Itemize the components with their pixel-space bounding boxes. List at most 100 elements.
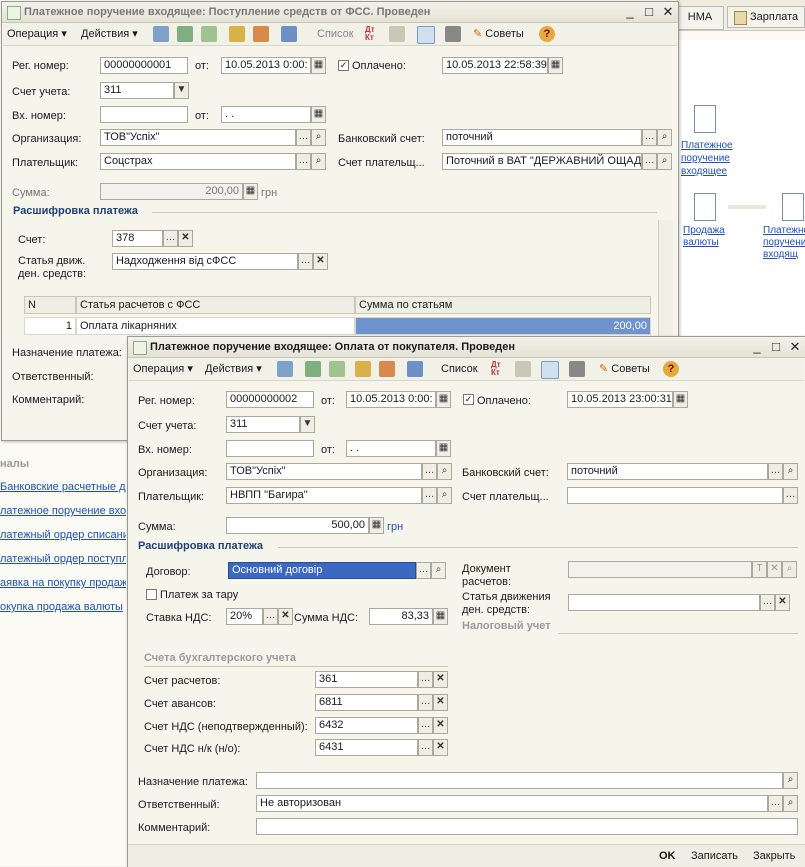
clear-icon[interactable]: ✕ <box>433 717 448 734</box>
calendar-icon[interactable]: ▦ <box>548 57 563 74</box>
tab-hma[interactable]: НМА <box>676 6 724 30</box>
calendar-icon[interactable]: ▦ <box>673 391 688 408</box>
doc-field[interactable] <box>568 561 752 578</box>
bank-account-field[interactable]: поточний <box>567 463 768 480</box>
calendar-icon[interactable]: ▦ <box>311 106 326 123</box>
account-select[interactable]: 311 <box>100 82 174 99</box>
calendar-icon[interactable]: ▦ <box>436 440 451 457</box>
vat-sum-field[interactable]: 83,33 <box>369 608 433 625</box>
clear-icon[interactable]: ✕ <box>278 608 293 625</box>
select-button[interactable]: … <box>298 253 313 270</box>
select-button[interactable]: … <box>422 487 437 504</box>
grid-header-n[interactable]: N <box>24 296 76 314</box>
responsible-field[interactable]: Не авторизован <box>256 795 768 812</box>
document-icon[interactable] <box>694 193 716 221</box>
incoming-number-field[interactable] <box>226 440 314 457</box>
select-button[interactable]: … <box>418 671 433 688</box>
close-button[interactable]: ✕ <box>787 339 803 355</box>
structure-icon[interactable] <box>417 26 435 44</box>
journal-link[interactable]: аявка на покупку продаж <box>0 577 126 589</box>
chevron-down-icon[interactable]: ▼ <box>300 416 315 433</box>
sum-field[interactable]: 500,00 <box>226 517 369 534</box>
grid-header-item[interactable]: Статья расчетов с ФСС <box>76 296 355 314</box>
report-icon[interactable] <box>389 26 405 42</box>
clear-icon[interactable]: ✕ <box>178 230 193 247</box>
actions-menu[interactable]: Действия ▾ <box>81 26 138 42</box>
icon-label-incoming-order-2[interactable]: Платежное поручение входящ <box>763 225 805 263</box>
icon-label-currency-sale[interactable]: Продажа валюты <box>683 225 733 249</box>
clear-icon[interactable]: ✕ <box>433 671 448 688</box>
payer-field[interactable]: Соцстрах <box>100 153 296 170</box>
paid-checkbox[interactable]: ✓ <box>463 394 474 405</box>
icon-label-incoming-order[interactable]: Платежное поручение входящее <box>681 139 741 178</box>
incoming-date-field[interactable]: . . <box>221 106 311 123</box>
grid-cell-sum[interactable]: 200,00 <box>355 317 651 335</box>
payer-account-field[interactable] <box>567 487 783 504</box>
calendar-icon[interactable]: ▦ <box>436 391 451 408</box>
grid-header-sum[interactable]: Сумма по статьям <box>355 296 651 314</box>
advice-button[interactable]: ✎ Советы <box>599 361 650 377</box>
help-icon[interactable]: ? <box>663 361 679 377</box>
calculator-icon[interactable]: ▦ <box>243 183 258 200</box>
save-button[interactable]: Записать <box>691 850 738 863</box>
search-icon[interactable]: ⌕ <box>437 487 452 504</box>
refresh-icon[interactable] <box>305 361 321 377</box>
search-icon[interactable]: ⌕ <box>431 562 446 579</box>
search-icon[interactable]: ⌕ <box>311 153 326 170</box>
dt-kt-icon[interactable]: Дт Кт <box>491 361 507 377</box>
operation-menu[interactable]: Операция ▾ <box>7 26 67 42</box>
account-select[interactable]: 311 <box>226 416 300 433</box>
select-button[interactable]: … <box>163 230 178 247</box>
select-button[interactable]: … <box>768 795 783 812</box>
calculator-icon[interactable]: ▦ <box>433 608 448 625</box>
grid-cell-item[interactable]: Оплата лікарняних <box>76 317 355 335</box>
search-icon[interactable]: ⌕ <box>783 772 798 789</box>
grid-icon[interactable] <box>445 26 461 42</box>
cash-item-field[interactable] <box>568 594 760 611</box>
clear-icon[interactable]: ✕ <box>767 561 782 578</box>
sum-field[interactable]: 200,00 <box>100 183 243 200</box>
settle-account-field[interactable]: 361 <box>315 671 418 688</box>
search-icon[interactable]: ⌕ <box>783 795 798 812</box>
ok-button[interactable]: OK <box>659 850 676 863</box>
actions-menu[interactable]: Действия ▾ <box>205 361 262 377</box>
journal-link[interactable]: латежный ордер поступл <box>0 553 126 565</box>
select-button[interactable]: … <box>783 487 798 504</box>
maximize-button[interactable]: □ <box>641 4 657 20</box>
structure-icon[interactable] <box>541 361 559 379</box>
comment-field[interactable] <box>256 818 798 835</box>
copy-icon[interactable] <box>201 26 217 42</box>
close-button[interactable]: ✕ <box>660 4 676 20</box>
paid-checkbox[interactable]: ✓ <box>338 60 349 71</box>
select-button[interactable]: … <box>418 717 433 734</box>
tare-checkbox[interactable] <box>146 589 157 600</box>
select-button[interactable]: … <box>418 694 433 711</box>
payer-field[interactable]: НВПП "Багира" <box>226 487 422 504</box>
post-icon[interactable] <box>229 26 245 42</box>
vertical-scrollbar[interactable] <box>658 220 673 336</box>
search-icon[interactable]: ⌕ <box>782 561 797 578</box>
vat-nk-field[interactable]: 6431 <box>315 739 418 756</box>
organization-field[interactable]: ТОВ"Успіх" <box>100 129 296 146</box>
minimize-button[interactable]: _ <box>622 4 638 20</box>
contract-field[interactable]: Основний договір <box>228 562 416 579</box>
save-icon[interactable] <box>277 361 293 377</box>
select-button[interactable]: … <box>642 153 657 170</box>
save-icon[interactable] <box>153 26 169 42</box>
grid-cell-n[interactable]: 1 <box>24 317 76 335</box>
purpose-field[interactable] <box>256 772 783 789</box>
help-icon[interactable]: ? <box>539 26 555 42</box>
minimize-button[interactable]: _ <box>749 339 765 355</box>
incoming-date-field[interactable]: . . <box>346 440 436 457</box>
clear-icon[interactable]: ✕ <box>433 694 448 711</box>
document-icon[interactable] <box>694 105 716 133</box>
vat-unconfirmed-field[interactable]: 6432 <box>315 717 418 734</box>
reg-number-field[interactable]: 00000000002 <box>226 391 314 408</box>
clear-icon[interactable]: ✕ <box>433 739 448 756</box>
account2-field[interactable]: 378 <box>112 230 163 247</box>
search-icon[interactable]: ⌕ <box>311 129 326 146</box>
select-button[interactable]: … <box>768 463 783 480</box>
calculator-icon[interactable]: ▦ <box>369 517 384 534</box>
close-form-button[interactable]: Закрыть <box>753 850 795 863</box>
clear-icon[interactable]: ✕ <box>313 253 328 270</box>
